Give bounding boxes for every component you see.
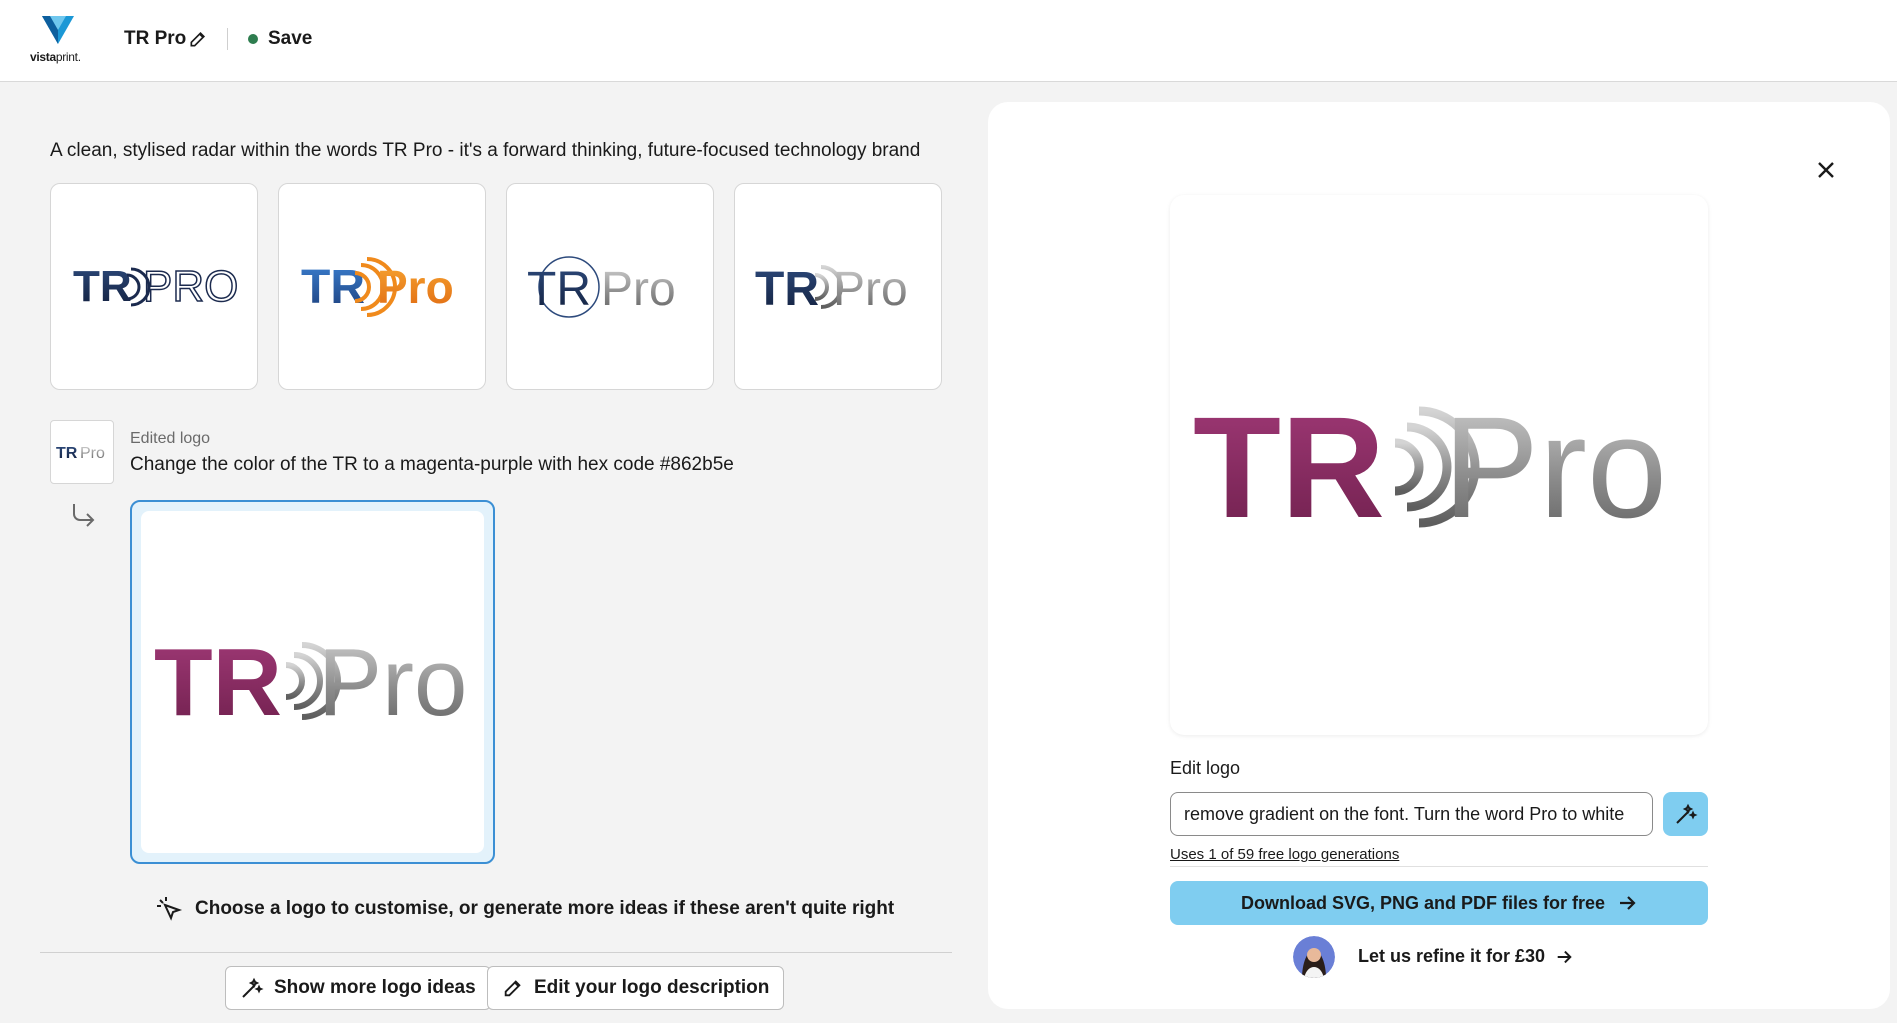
show-more-label: Show more logo ideas	[274, 977, 476, 998]
vistaprint-mark-icon	[42, 16, 74, 44]
logo-option-3-image: TR Pro	[527, 255, 676, 318]
actions-divider	[40, 952, 952, 953]
show-more-logo-ideas-button[interactable]: Show more logo ideas	[225, 966, 491, 1010]
generate-edit-button[interactable]	[1663, 792, 1708, 836]
designer-avatar	[1293, 936, 1335, 978]
vistaprint-wordmark: vistaprint.	[30, 50, 81, 64]
download-files-button[interactable]: Download SVG, PNG and PDF files for free	[1170, 881, 1708, 925]
logo-preview: TR Pro	[1170, 195, 1708, 735]
save-status[interactable]: Save	[248, 28, 312, 50]
logo-option-1[interactable]: TR PRO	[50, 183, 258, 390]
svg-text:Pro: Pro	[80, 445, 105, 462]
logo-option-2[interactable]: TR Pro	[278, 183, 486, 390]
edited-logo-thumbnail-image: TR Pro	[56, 445, 105, 462]
svg-text:TR: TR	[1193, 387, 1385, 545]
document-title: TR Pro	[124, 28, 187, 49]
logo-option-3[interactable]: TR Pro	[506, 183, 714, 390]
close-panel-button[interactable]	[1806, 150, 1846, 190]
magic-wand-icon	[242, 977, 264, 998]
selected-logo-image-container: TR Pro	[141, 511, 484, 853]
uses-divider	[1170, 866, 1708, 867]
pencil-icon	[504, 980, 521, 997]
logo-option-2-image: TR Pro	[301, 256, 454, 317]
svg-text:TR: TR	[301, 261, 365, 314]
svg-text:TR: TR	[73, 262, 132, 311]
saved-dot-icon	[248, 34, 258, 44]
logo-option-4-image: TR Pro	[755, 263, 908, 316]
refine-label: Let us refine it for £30	[1358, 946, 1546, 966]
save-label: Save	[268, 28, 313, 49]
svg-text:Pro: Pro	[833, 263, 908, 316]
svg-text:Pro: Pro	[601, 263, 676, 316]
svg-text:TR: TR	[56, 445, 78, 462]
free-generations-link[interactable]: Uses 1 of 59 free logo generations	[1170, 846, 1399, 863]
close-icon	[1818, 162, 1834, 178]
arrow-right-icon	[1620, 896, 1636, 910]
svg-text:TR: TR	[154, 629, 282, 736]
edited-logo-thumbnail[interactable]: TR Pro	[50, 420, 114, 484]
rename-button[interactable]	[186, 28, 210, 52]
choose-logo-hint: Choose a logo to customise, or generate …	[155, 895, 894, 923]
edited-logo-label: Edited logo	[130, 430, 211, 447]
svg-text:TR: TR	[755, 263, 819, 316]
svg-text:TR: TR	[527, 263, 591, 316]
branch-arrow-icon	[73, 504, 95, 527]
header-divider	[227, 28, 228, 50]
download-label: Download SVG, PNG and PDF files for free	[1240, 892, 1606, 913]
logo-option-4[interactable]: TR Pro	[734, 183, 942, 390]
arrow-right-icon	[1557, 950, 1572, 963]
svg-text:PRO: PRO	[143, 262, 238, 311]
logo-preview-image: TR Pro	[1193, 387, 1667, 545]
vistaprint-logo[interactable]: vistaprint.	[28, 14, 92, 66]
cursor-click-icon	[157, 897, 183, 921]
logo-option-1-image: TR PRO	[73, 261, 239, 312]
logo-prompt-text: A clean, stylised radar within the words…	[50, 140, 921, 161]
top-header: vistaprint. TR Pro Save	[0, 0, 1897, 82]
edit-logo-input[interactable]	[1170, 792, 1653, 836]
edit-description-label: Edit your logo description	[534, 977, 770, 998]
edit-logo-label: Edit logo	[1170, 758, 1241, 778]
svg-text:Pro: Pro	[318, 629, 467, 736]
selected-logo-image: TR Pro	[154, 629, 467, 736]
refine-service-link[interactable]: Let us refine it for £30	[1358, 946, 1573, 967]
magic-wand-icon	[1675, 803, 1698, 824]
svg-text:Pro: Pro	[1443, 387, 1667, 545]
edited-logo-description: Change the color of the TR to a magenta-…	[130, 454, 734, 475]
choose-logo-hint-text: Choose a logo to customise, or generate …	[195, 898, 895, 919]
svg-text:Pro: Pro	[377, 261, 454, 313]
selected-logo-card[interactable]: TR Pro	[130, 500, 495, 864]
pencil-icon	[190, 31, 206, 46]
edit-logo-description-button[interactable]: Edit your logo description	[487, 966, 785, 1010]
